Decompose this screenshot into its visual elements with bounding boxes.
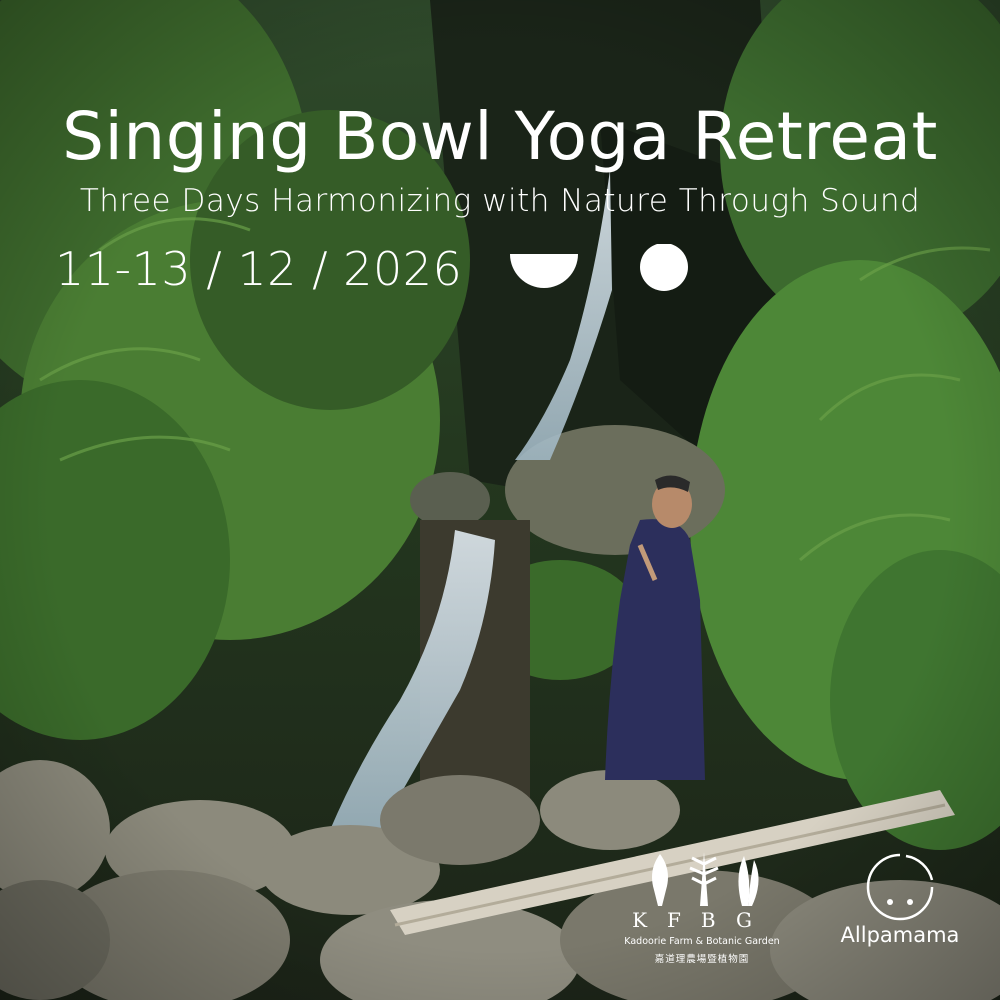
poster: Singing Bowl Yoga Retreat Three Days Har… [0, 0, 1000, 1000]
retreat-title: Singing Bowl Yoga Retreat [62, 98, 938, 175]
kfbg-name-zh: 嘉道理農場暨植物園 [654, 954, 750, 965]
kfbg-logo: KFBG Kadoorie Farm & Botanic Garden 嘉道理農… [612, 850, 792, 975]
kfbg-name-en: Kadoorie Farm & Botanic Garden [624, 936, 780, 947]
retreat-subtitle: Three Days Harmonizing with Nature Throu… [79, 183, 921, 219]
allpamama-name: Allpamama [840, 923, 960, 947]
kfbg-letters: KFBG [632, 908, 772, 932]
circle-dots-icon [866, 853, 934, 921]
kfbg-leaf-icon [652, 852, 759, 906]
retreat-logo-mark [510, 244, 688, 291]
full-circle-icon [640, 244, 688, 291]
retreat-date: 11-13 / 12 / 2026 [55, 242, 463, 296]
half-circle-bowl-icon [510, 254, 578, 288]
allpamama-logo: Allpamama [830, 850, 970, 955]
